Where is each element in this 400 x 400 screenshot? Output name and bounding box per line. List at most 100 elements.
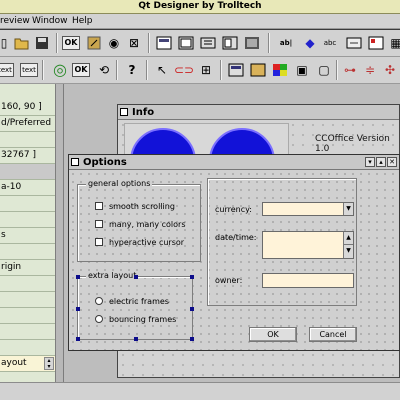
button-icon[interactable] (344, 33, 364, 53)
layout-vertical-icon[interactable]: ≑ (360, 60, 380, 80)
options-dialog-title: Options (83, 157, 127, 168)
window-titlebar[interactable]: Qt Designer by Trolltech (0, 0, 400, 14)
selection-handle[interactable] (134, 275, 138, 279)
selection-handle[interactable] (76, 275, 80, 279)
info-window-title: Info (132, 107, 155, 118)
ok-button[interactable]: OK (249, 327, 297, 342)
owner-input[interactable] (262, 273, 354, 288)
panel-scrollbar[interactable] (56, 84, 64, 382)
datetime-input[interactable]: ▲ ▼ (262, 231, 354, 259)
checkbox-label: many, many colors (109, 220, 186, 229)
hyperactive-cursor-checkbox[interactable] (95, 238, 103, 246)
spin-arrows-icon[interactable]: ▲ ▼ (343, 232, 353, 258)
close-icon[interactable]: ✕ (387, 157, 397, 167)
bouncing-frames-radio[interactable] (95, 315, 103, 323)
options-dialog-titlebar[interactable]: Options ▾ ▴ ✕ (69, 155, 399, 170)
arrow-icon[interactable] (84, 33, 104, 53)
folder-icon[interactable] (226, 60, 246, 80)
spin-icon[interactable]: ab| (276, 33, 296, 53)
selection-handle[interactable] (76, 337, 80, 341)
options-dialog[interactable]: Options ▾ ▴ ✕ general options smooth scr… (68, 154, 400, 351)
version-label: CCOffice Version 1.0 (315, 134, 390, 154)
menu-preview[interactable]: review (0, 16, 30, 26)
menu-window[interactable]: Window (32, 16, 68, 26)
checkbox-icon[interactable] (176, 33, 196, 53)
selection-handle[interactable] (190, 307, 194, 311)
help-icon[interactable]: ? (122, 60, 142, 80)
property-row[interactable]: d/Preferred (0, 116, 55, 132)
save-icon[interactable] (32, 33, 52, 53)
smooth-scrolling-checkbox[interactable] (95, 202, 103, 210)
extra-layout-group[interactable]: extra layout electric frames bouncing fr… (76, 271, 194, 341)
tab-order-icon[interactable]: ⊞ (196, 60, 216, 80)
property-row-selected[interactable]: ayout ▴ ▾ (0, 356, 55, 372)
multiline-icon[interactable]: ◆ (300, 33, 320, 53)
link-icon[interactable]: ⊂⊃ (174, 60, 194, 80)
dropdown-icon[interactable] (198, 33, 218, 53)
property-editor: 160, 90 ] d/Preferred 32767 ] a-10 s rig… (0, 84, 56, 382)
selection-handle[interactable] (76, 307, 80, 311)
checkbox-label: smooth scrolling (109, 202, 175, 211)
chevron-down-icon[interactable]: ▼ (343, 203, 353, 215)
dialog-ok-icon[interactable]: OK (62, 36, 80, 50)
palette-icon[interactable]: ▣ (292, 60, 312, 80)
spin-arrows-icon[interactable]: ▴ ▾ (44, 357, 54, 370)
maximize-icon[interactable]: ▴ (376, 157, 386, 167)
property-row[interactable]: rigin (0, 260, 55, 276)
window-menu-icon[interactable] (120, 108, 128, 116)
window-menu-icon[interactable] (71, 158, 79, 166)
delete-icon[interactable]: ⊠ (124, 33, 144, 53)
widget-stack-icon[interactable] (220, 33, 240, 53)
status-strip (0, 382, 400, 400)
property-row[interactable] (0, 324, 55, 340)
datetime-label: date/time: (215, 233, 257, 242)
grid-icon[interactable] (366, 33, 386, 53)
selection-handle[interactable] (134, 337, 138, 341)
property-row[interactable] (0, 276, 55, 292)
pointer-icon[interactable]: ↖ (152, 60, 172, 80)
ok-button-icon[interactable]: OK (72, 63, 90, 77)
minimize-icon[interactable]: ▾ (365, 157, 375, 167)
property-row[interactable]: 32767 ] (0, 148, 55, 164)
layout-icon[interactable] (154, 33, 174, 53)
color-icon[interactable] (270, 60, 290, 80)
many-colors-checkbox[interactable] (95, 220, 103, 228)
electric-frames-radio[interactable] (95, 297, 103, 305)
lock-icon[interactable]: ▢ (314, 60, 334, 80)
property-row[interactable]: s (0, 228, 55, 244)
general-options-group: general options smooth scrolling many, m… (77, 179, 201, 262)
ok-circle-icon[interactable]: ◎ (50, 60, 70, 80)
property-row[interactable]: 160, 90 ] (0, 100, 55, 116)
property-row[interactable] (0, 340, 55, 356)
property-row[interactable] (0, 292, 55, 308)
slider-icon[interactable]: abc (320, 33, 340, 53)
selection-handle[interactable] (190, 337, 194, 341)
radio-label: bouncing frames (109, 315, 177, 324)
textedit-icon[interactable] (242, 33, 262, 53)
property-row[interactable] (0, 212, 55, 228)
toolbar-main: ▯ OK ◉ ⊠ ab| ◆ abc ▦ (0, 30, 400, 57)
grid-icon[interactable]: ▦ (386, 33, 400, 53)
group-title: extra layout (86, 271, 139, 280)
text-label-icon[interactable]: text (0, 63, 14, 77)
refresh-icon[interactable]: ⟲ (94, 60, 114, 80)
currency-label: currency: (215, 205, 252, 214)
selection-handle[interactable] (190, 275, 194, 279)
radio-icon[interactable]: ◉ (104, 33, 124, 53)
property-row[interactable] (0, 244, 55, 260)
property-row[interactable]: a-10 (0, 180, 55, 196)
open-icon[interactable] (12, 33, 32, 53)
info-window-titlebar[interactable]: Info (118, 105, 399, 120)
property-row[interactable] (0, 196, 55, 212)
property-row[interactable] (0, 164, 55, 180)
text-box-icon[interactable]: text (20, 63, 38, 77)
layout-horizontal-icon[interactable]: ⊶ (340, 60, 360, 80)
currency-combobox[interactable]: ▼ (262, 202, 354, 216)
menu-help[interactable]: Help (72, 16, 93, 26)
layout-grid-icon[interactable]: ✣ (380, 60, 400, 80)
property-row[interactable] (0, 132, 55, 148)
cancel-button[interactable]: Cancel (309, 327, 357, 342)
property-row[interactable] (0, 308, 55, 324)
scroll-icon[interactable] (248, 60, 268, 80)
checkbox-label: hyperactive cursor (109, 238, 185, 247)
